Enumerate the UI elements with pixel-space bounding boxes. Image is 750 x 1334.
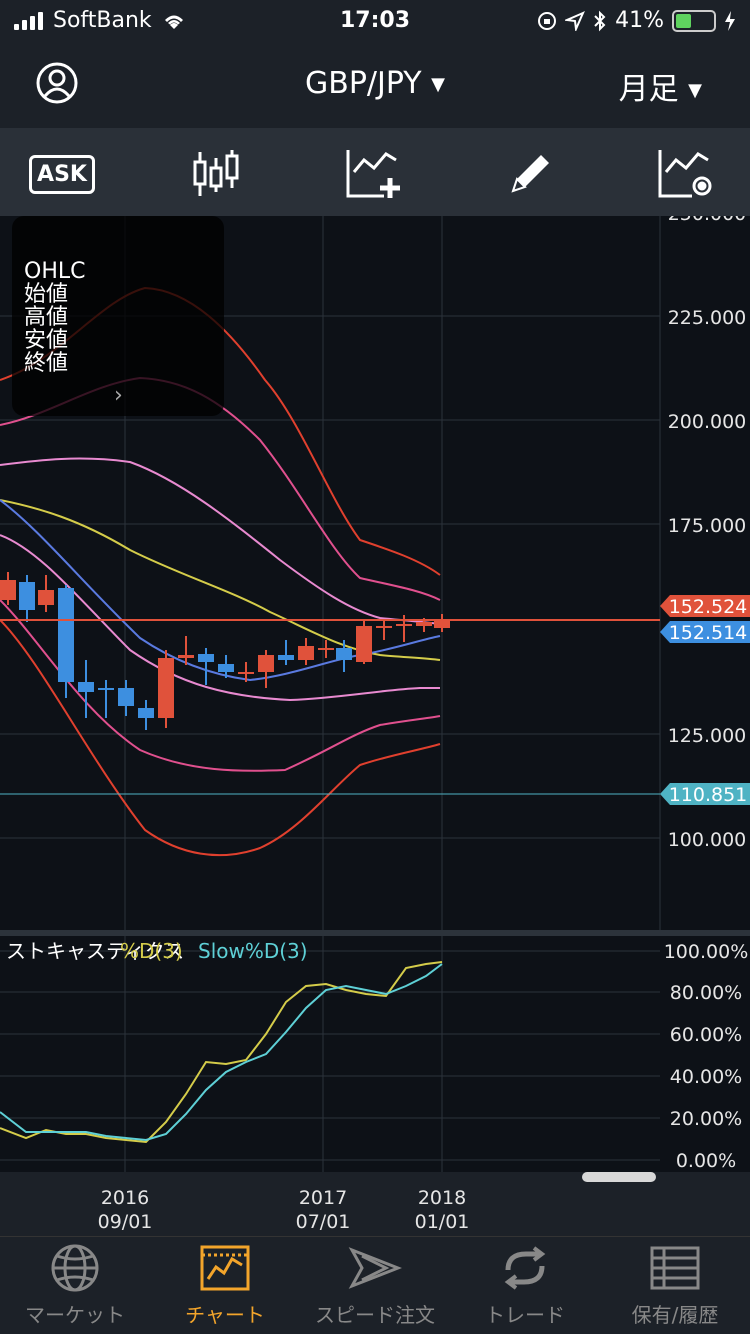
candle-body-3	[58, 588, 74, 682]
tab-trade-label: トレード	[485, 1303, 565, 1327]
candle-body-2	[38, 590, 54, 605]
ohlc-info-panel[interactable]: OHLC 始値 高値 安値 終値 ›	[12, 216, 224, 416]
indicator-axis-label: 40.00%	[670, 1066, 742, 1088]
price-tag-label-1: 152.514	[669, 622, 748, 644]
time-axis-year-label: 2018	[418, 1187, 466, 1209]
candle-body-13	[258, 655, 274, 672]
battery-percent: 41%	[615, 8, 664, 33]
candle-body-12	[238, 672, 254, 674]
time-axis-date-label: 07/01	[296, 1211, 351, 1233]
trade-icon	[504, 1246, 546, 1290]
candlestick-type-button[interactable]	[186, 146, 246, 202]
candle-body-14	[278, 655, 294, 660]
tab-market[interactable]: マーケット	[0, 1237, 150, 1334]
price-axis-label: 225.000	[668, 307, 747, 329]
candle-body-9	[178, 655, 194, 658]
pencil-icon	[511, 155, 549, 193]
ask-bid-toggle-button[interactable]: ASK	[29, 146, 95, 202]
period-label: 月足	[618, 72, 679, 107]
period-selector[interactable]: 月足 ▼	[619, 64, 702, 108]
ohlc-low-label: 安値	[24, 328, 69, 353]
ohlc-close-label: 終値	[24, 351, 69, 376]
time-axis-date-label: 09/01	[98, 1211, 153, 1233]
status-bar: SoftBank 17:03 41%	[0, 0, 750, 40]
candle-body-5	[98, 688, 114, 690]
indicator-axis-label: 0.00%	[676, 1150, 736, 1172]
ohlc-open-label: 始値	[24, 282, 69, 307]
candle-body-4	[78, 682, 94, 692]
time-axis-year-label: 2017	[299, 1187, 347, 1209]
app-header: GBP/JPY ▼ 月足 ▼	[0, 40, 750, 128]
price-tag-label-2: 110.851	[669, 784, 748, 806]
scroll-indicator[interactable]	[582, 1172, 656, 1182]
tab-trade[interactable]: トレード	[450, 1237, 600, 1334]
candle-body-11	[218, 664, 234, 672]
price-axis-label: 125.000	[668, 725, 747, 747]
tab-speed-order[interactable]: スピード注文	[300, 1237, 450, 1334]
chevron-right-icon: ›	[114, 383, 123, 408]
candle-body-20	[396, 624, 412, 626]
candle-body-10	[198, 654, 214, 662]
list-icon	[650, 1246, 700, 1290]
ask-label: ASK	[29, 154, 95, 194]
candle-body-18	[356, 626, 372, 662]
drawing-tool-button[interactable]	[500, 146, 560, 202]
bottom-tab-bar: マーケット チャート スピード注文 トレード 保有/履歴	[0, 1236, 750, 1334]
candle-body-6	[118, 688, 134, 706]
indicator-axis-label: 80.00%	[670, 982, 742, 1004]
tab-holdings-history[interactable]: 保有/履歴	[600, 1237, 750, 1334]
price-tag-label-0: 152.524	[669, 596, 748, 618]
ohlc-high-label: 高値	[24, 305, 69, 330]
candle-body-21	[416, 622, 432, 626]
bluetooth-icon	[594, 10, 606, 31]
indicator-axis-label: 100.00%	[664, 941, 749, 963]
price-axis-label: 100.000	[668, 829, 747, 851]
tab-chart-label: チャート	[185, 1303, 265, 1327]
tab-holdings-history-label: 保有/履歴	[631, 1303, 719, 1327]
speed-order-icon	[348, 1247, 402, 1289]
add-indicator-icon	[346, 150, 400, 198]
candle-body-7	[138, 708, 154, 718]
indicator-series1-label: %D(3)	[120, 939, 183, 963]
globe-icon	[51, 1244, 99, 1292]
chevron-down-icon: ▼	[688, 80, 702, 101]
indicator-axis-label: 60.00%	[670, 1024, 742, 1046]
indicator-series2-label: Slow%D(3)	[198, 939, 308, 963]
orientation-lock-icon	[538, 11, 557, 30]
candle-body-22	[434, 620, 450, 628]
candle-body-0	[0, 580, 16, 600]
candle-body-1	[19, 582, 35, 610]
tab-speed-order-label: スピード注文	[315, 1303, 435, 1327]
location-icon	[565, 10, 586, 31]
time-axis-year-label: 2016	[101, 1187, 149, 1209]
chevron-down-icon: ▼	[431, 74, 446, 95]
price-axis-label: 250.000	[668, 216, 747, 225]
panel-divider	[0, 930, 750, 936]
chart-toolbar: ASK	[0, 128, 750, 216]
price-axis-label: 175.000	[668, 515, 747, 537]
time-axis-date-label: 01/01	[415, 1211, 470, 1233]
candle-body-16	[318, 648, 334, 650]
charging-icon	[725, 10, 735, 31]
candle-body-17	[336, 648, 352, 660]
candlestick-icon	[193, 150, 239, 196]
indicator-settings-button[interactable]	[656, 146, 716, 202]
currency-pair-label: GBP/JPY	[304, 66, 422, 101]
indicator-settings-icon	[658, 150, 712, 198]
candle-body-19	[376, 626, 392, 628]
tab-chart[interactable]: チャート	[150, 1237, 300, 1334]
price-axis-label: 200.000	[668, 411, 747, 433]
chart-icon	[200, 1245, 250, 1291]
indicator-axis-label: 20.00%	[670, 1108, 742, 1130]
add-indicator-button[interactable]	[344, 146, 404, 202]
battery-icon	[672, 9, 716, 32]
tab-market-label: マーケット	[25, 1303, 125, 1327]
candle-body-8	[158, 658, 174, 718]
candle-body-15	[298, 646, 314, 660]
ohlc-title: OHLC	[24, 259, 86, 284]
